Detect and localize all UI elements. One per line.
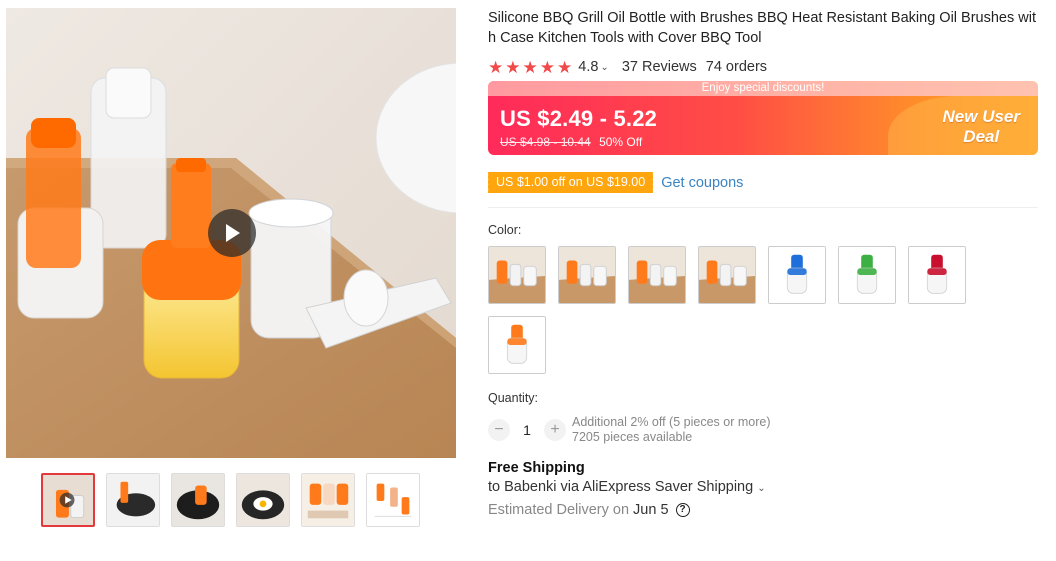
thumbnail-image — [43, 475, 93, 525]
star-icon: ★ — [539, 57, 555, 77]
rating-score[interactable]: 4.8 — [578, 59, 598, 75]
thumbnail-4[interactable] — [236, 473, 290, 527]
color-swatch-6[interactable] — [838, 246, 896, 304]
color-swatch-5[interactable] — [768, 246, 826, 304]
thumbnail-2[interactable] — [106, 473, 160, 527]
shipping-method-text[interactable]: to Babenki via AliExpress Saver Shipping — [488, 479, 753, 495]
thumbnail-image — [172, 474, 224, 526]
color-swatch-2[interactable] — [558, 246, 616, 304]
product-info: Silicone BBQ Grill Oil Bottle with Brush… — [485, 8, 1038, 518]
badge-line-2: Deal — [963, 127, 1000, 146]
divider — [488, 207, 1038, 208]
star-icon: ★ — [557, 57, 573, 77]
discount-strip: Enjoy special discounts! — [488, 81, 1038, 96]
coupon-row: US $1.00 off on US $19.00 Get coupons — [485, 172, 1038, 193]
increase-quantity-button[interactable]: + — [544, 419, 566, 441]
quantity-stepper: − 1 + Additional 2% off (5 pieces or mor… — [488, 415, 1038, 445]
swatch-image — [839, 247, 895, 303]
thumbnail-5[interactable] — [301, 473, 355, 527]
rating-stars: ★ ★ ★ ★ ★ — [488, 59, 572, 76]
swatch-image — [769, 247, 825, 303]
swatch-image — [629, 247, 685, 303]
bulk-discount-note: Additional 2% off (5 pieces or more) — [572, 415, 771, 429]
thumbnail-image — [107, 474, 159, 526]
get-coupons-link[interactable]: Get coupons — [661, 175, 743, 191]
main-product-image[interactable] — [6, 8, 456, 458]
swatch-image — [489, 247, 545, 303]
star-icon: ★ — [522, 57, 538, 77]
thumbnail-1[interactable] — [41, 473, 95, 527]
color-swatches — [488, 246, 978, 374]
discount-percent: 50% Off — [599, 135, 643, 149]
badge-line-1: New User — [942, 107, 1020, 126]
thumbnail-image — [367, 474, 419, 526]
reviews-link[interactable]: 37 Reviews — [622, 59, 697, 75]
shipping-method[interactable]: to Babenki via AliExpress Saver Shipping… — [488, 479, 1038, 495]
quantity-input[interactable]: 1 — [510, 422, 544, 438]
thumbnail-strip — [41, 473, 420, 527]
play-video-button[interactable] — [208, 209, 256, 257]
orders-count: 74 orders — [705, 59, 768, 75]
decrease-quantity-button[interactable]: − — [488, 419, 510, 441]
original-price: US $4.98 - 10.44 — [500, 135, 591, 149]
estimated-delivery: Estimated Delivery on Jun 5 ? — [488, 502, 1038, 518]
coupon-tag[interactable]: US $1.00 off on US $19.00 — [485, 172, 656, 193]
star-icon: ★ — [505, 57, 521, 77]
swatch-image — [559, 247, 615, 303]
color-swatch-8[interactable] — [488, 316, 546, 374]
free-shipping-title: Free Shipping — [488, 460, 585, 476]
price-details: US $4.98 - 10.44 50% Off — [500, 135, 642, 149]
price-banner: Enjoy special discounts! US $2.49 - 5.22… — [488, 81, 1038, 155]
quantity-note: Additional 2% off (5 pieces or more) 720… — [572, 415, 770, 445]
swatch-image — [909, 247, 965, 303]
thumbnail-image — [237, 474, 289, 526]
product-title: Silicone BBQ Grill Oil Bottle with Brush… — [488, 10, 1036, 46]
chevron-down-icon[interactable]: ⌄ — [600, 62, 608, 73]
swatch-image — [699, 247, 755, 303]
color-swatch-7[interactable] — [908, 246, 966, 304]
thumbnail-6[interactable] — [366, 473, 420, 527]
color-swatch-3[interactable] — [628, 246, 686, 304]
delivery-label: Estimated Delivery on — [488, 502, 630, 518]
current-price: US $2.49 - 5.22 — [500, 106, 658, 131]
swatch-image — [489, 317, 545, 373]
stock-available: 7205 pieces available — [572, 430, 693, 444]
star-icon: ★ — [488, 57, 504, 77]
new-user-deal-badge: New User Deal — [943, 107, 1020, 147]
color-label: Color: — [488, 223, 522, 237]
color-swatch-4[interactable] — [698, 246, 756, 304]
help-icon[interactable]: ? — [675, 503, 690, 517]
thumbnail-image — [302, 474, 354, 526]
delivery-date: Jun 5 — [633, 502, 669, 518]
rating-row: ★ ★ ★ ★ ★ 4.8 ⌄ 37 Reviews 74 orders — [488, 57, 1038, 77]
color-swatch-1[interactable] — [488, 246, 546, 304]
chevron-down-icon[interactable]: ⌄ — [757, 483, 765, 494]
quantity-label: Quantity: — [488, 391, 539, 405]
play-icon — [226, 224, 240, 242]
thumbnail-3[interactable] — [171, 473, 225, 527]
